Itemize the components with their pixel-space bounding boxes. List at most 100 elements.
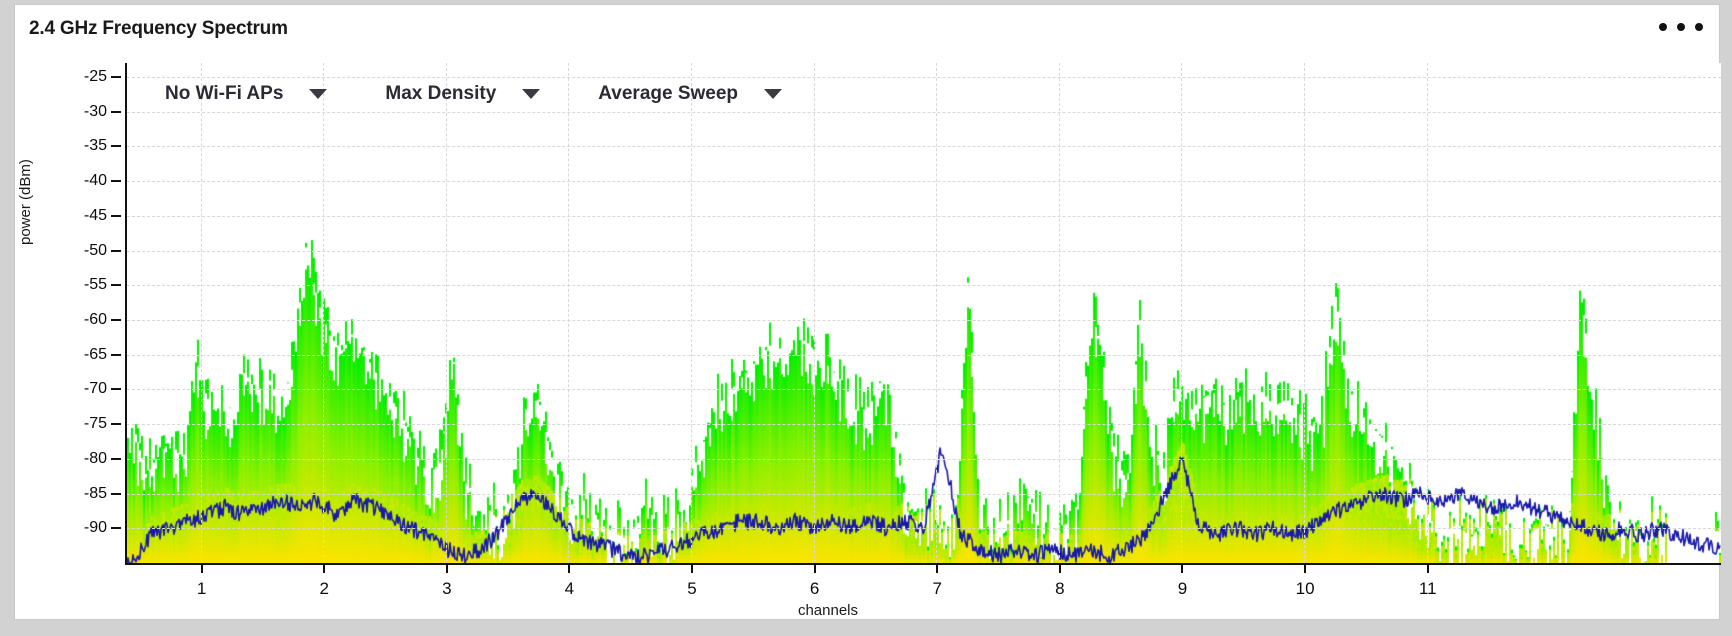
- y-axis-tick-mark: [111, 388, 121, 391]
- overflow-menu-button[interactable]: [1657, 19, 1705, 35]
- app-root: 2.4 GHz Frequency Spectrum power (dBm) -…: [0, 0, 1732, 636]
- y-axis-tick-label: -80: [83, 449, 107, 467]
- y-axis-tick-label: -40: [83, 172, 107, 190]
- x-axis-tick-mark: [1304, 563, 1307, 573]
- gridline-horizontal: [127, 458, 1721, 460]
- y-axis-ticks: -25 -30 -35 -40 -45 -50 -55 -60 -65 -70 -75 -80 -85 -…: [55, 55, 107, 621]
- y-axis-tick-mark: [111, 75, 121, 78]
- gridline-horizontal: [127, 424, 1721, 426]
- y-axis-tick-label: -85: [83, 484, 107, 502]
- x-axis-tick-mark: [200, 563, 203, 573]
- y-axis-tick-mark: [111, 249, 121, 252]
- y-axis-tick-mark: [111, 110, 121, 113]
- y-axis-tick-label: -45: [83, 206, 107, 224]
- x-axis-tick-label: 5: [687, 579, 697, 598]
- x-axis-tick-mark: [813, 563, 816, 573]
- x-axis-tick-mark: [1058, 563, 1061, 573]
- gridline-horizontal: [127, 215, 1721, 217]
- y-axis-tick-label: -35: [83, 137, 107, 155]
- gridline-horizontal: [127, 76, 1721, 78]
- gridline-horizontal: [127, 181, 1721, 183]
- gridline-horizontal: [127, 146, 1721, 148]
- y-axis-tick-mark: [111, 353, 121, 356]
- control-density[interactable]: Max Density: [385, 83, 598, 105]
- gridline-horizontal: [127, 389, 1721, 391]
- y-axis-label: power (dBm): [17, 159, 34, 245]
- gridline-horizontal: [127, 285, 1721, 287]
- x-axis-tick-label: 9: [1177, 579, 1188, 598]
- three-dots-icon: [1659, 23, 1667, 31]
- control-wifi-aps-label: No Wi-Fi APs: [165, 83, 284, 104]
- gridline-vertical: [200, 63, 202, 563]
- x-axis-tick-mark: [1181, 563, 1184, 573]
- y-axis-tick-label: -65: [83, 345, 107, 363]
- control-wifi-aps[interactable]: No Wi-Fi APs: [165, 83, 385, 105]
- plot-area[interactable]: [127, 63, 1721, 563]
- gridline-vertical: [445, 63, 447, 563]
- x-axis-tick-mark: [936, 563, 939, 573]
- gridline-vertical: [813, 63, 815, 563]
- y-axis-tick-label: -30: [83, 102, 107, 120]
- gridline-horizontal: [127, 528, 1721, 530]
- y-axis-tick-mark: [111, 492, 121, 495]
- x-axis-tick-label: 4: [564, 579, 575, 598]
- y-axis-tick-mark: [111, 180, 121, 183]
- gridline-vertical: [1181, 63, 1183, 563]
- y-axis-tick-label: -25: [83, 67, 107, 85]
- x-axis-tick-mark: [323, 563, 326, 573]
- x-axis-line: [125, 563, 1721, 565]
- gridline-vertical: [1304, 63, 1306, 563]
- spectrum-card: 2.4 GHz Frequency Spectrum power (dBm) -…: [14, 4, 1721, 621]
- x-axis-tick-label: 3: [442, 579, 452, 598]
- spectrum-canvas[interactable]: [127, 63, 1721, 563]
- y-axis-tick-label: -70: [83, 380, 107, 398]
- y-axis-tick-mark: [111, 284, 121, 287]
- x-axis-tick-label: 10: [1295, 579, 1315, 598]
- chevron-down-icon[interactable]: [309, 89, 328, 99]
- gridline-horizontal: [127, 111, 1721, 113]
- y-axis-tick-mark: [111, 527, 121, 530]
- chevron-down-icon[interactable]: [522, 89, 541, 99]
- x-axis-tick-mark: [445, 563, 448, 573]
- x-axis-tick-label: 8: [1055, 579, 1065, 598]
- y-axis-tick-mark: [111, 145, 121, 148]
- x-axis-tick-label: 2: [319, 579, 329, 598]
- gridline-horizontal: [127, 493, 1721, 495]
- card-header: 2.4 GHz Frequency Spectrum: [15, 5, 1719, 55]
- spectrum-plot: power (dBm) -25 -30 -35 -40 -45 -50 -55 -60 -65-…: [15, 55, 1721, 621]
- control-density-label: Max Density: [385, 83, 497, 104]
- page-title: 2.4 GHz Frequency Spectrum: [29, 18, 288, 39]
- y-axis-tick-label: -90: [83, 519, 107, 537]
- x-axis-tick-mark: [568, 563, 571, 573]
- control-sweep[interactable]: Average Sweep: [598, 83, 840, 105]
- x-axis-tick-mark: [691, 563, 694, 573]
- chevron-down-icon[interactable]: [764, 89, 783, 99]
- x-axis-tick-label: 6: [809, 579, 820, 598]
- y-axis-tick-mark: [111, 423, 121, 426]
- gridline-vertical: [691, 63, 693, 563]
- y-axis-tick-label: -75: [83, 415, 107, 433]
- x-axis-label: channels: [797, 602, 859, 619]
- gridline-vertical: [1426, 63, 1428, 563]
- y-axis-tick-label: -55: [83, 276, 107, 294]
- gridline-vertical: [568, 63, 570, 563]
- gridline-horizontal: [127, 319, 1721, 321]
- x-axis-tick-label: 11: [1418, 579, 1437, 598]
- gridline-horizontal: [127, 354, 1721, 356]
- control-sweep-label: Average Sweep: [598, 83, 739, 104]
- gridline-vertical: [1058, 63, 1060, 563]
- x-axis-tick-label: 7: [932, 579, 942, 598]
- chart-controls: No Wi-Fi APs Max Density Average Sweep: [165, 83, 840, 105]
- y-axis-tick-mark: [111, 457, 121, 460]
- y-axis-tick-mark: [111, 214, 121, 217]
- x-axis-tick-label: 1: [196, 579, 207, 598]
- gridline-vertical: [323, 63, 325, 563]
- x-axis-tick-mark: [1426, 563, 1429, 573]
- three-dots-icon: [1695, 23, 1703, 31]
- y-axis-tick-label: -50: [83, 241, 107, 259]
- gridline-horizontal: [127, 250, 1721, 252]
- y-axis-tick-label: -60: [83, 310, 107, 328]
- gridline-vertical: [936, 63, 938, 563]
- y-axis-tick-mark: [111, 318, 121, 321]
- three-dots-icon: [1677, 23, 1685, 31]
